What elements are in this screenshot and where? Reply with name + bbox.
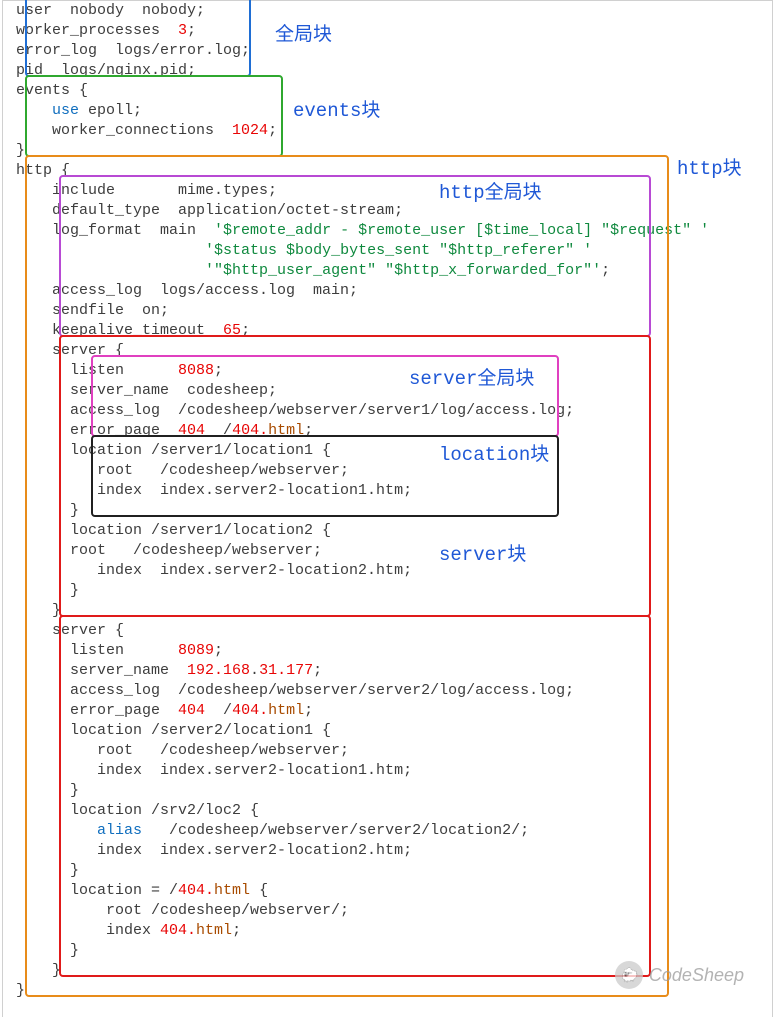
code-line: server_name 192.168.31.177; <box>7 661 772 681</box>
code-line: } <box>7 781 772 801</box>
code-line: } <box>7 861 772 881</box>
code-line: root /codesheep/webserver; <box>7 461 772 481</box>
code-line: root /codesheep/webserver; <box>7 741 772 761</box>
code-line: user nobody nobody; <box>7 1 772 21</box>
code-line: events { <box>7 81 772 101</box>
code-line: } <box>7 581 772 601</box>
code-line: } <box>7 141 772 161</box>
code-line: worker_connections 1024; <box>7 121 772 141</box>
watermark: 🐑 CodeSheep <box>615 961 744 989</box>
code-line: error_page 404 /404.html; <box>7 421 772 441</box>
code-line: server { <box>7 621 772 641</box>
code-line: location /srv2/loc2 { <box>7 801 772 821</box>
code-line: server_name codesheep; <box>7 381 772 401</box>
code-line: access_log logs/access.log main; <box>7 281 772 301</box>
code-line: } <box>7 501 772 521</box>
watermark-text: CodeSheep <box>649 965 744 985</box>
code-line: location = /404.html { <box>7 881 772 901</box>
code-line: location /server2/location1 { <box>7 721 772 741</box>
code-line: listen 8088; <box>7 361 772 381</box>
code-line: access_log /codesheep/webserver/server2/… <box>7 681 772 701</box>
code-line: listen 8089; <box>7 641 772 661</box>
code-line: access_log /codesheep/webserver/server1/… <box>7 401 772 421</box>
code-line: index index.server2-location1.htm; <box>7 481 772 501</box>
code-line: location /server1/location1 { <box>7 441 772 461</box>
code-line: index index.server2-location1.htm; <box>7 761 772 781</box>
code-line: } <box>7 601 772 621</box>
code-line: error_log logs/error.log; <box>7 41 772 61</box>
nginx-config-code: user nobody nobody; worker_processes 3; … <box>3 1 772 1001</box>
code-line: root /codesheep/webserver/; <box>7 901 772 921</box>
code-line: '$status $body_bytes_sent "$http_referer… <box>7 241 772 261</box>
code-line: log_format main '$remote_addr - $remote_… <box>7 221 772 241</box>
code-line: pid logs/nginx.pid; <box>7 61 772 81</box>
code-line: location /server1/location2 { <box>7 521 772 541</box>
code-line: } <box>7 941 772 961</box>
code-line: index 404.html; <box>7 921 772 941</box>
code-line: sendfile on; <box>7 301 772 321</box>
code-line: index index.server2-location2.htm; <box>7 561 772 581</box>
sheep-icon: 🐑 <box>615 961 643 989</box>
code-line: worker_processes 3; <box>7 21 772 41</box>
code-line: use epoll; <box>7 101 772 121</box>
code-line: alias /codesheep/webserver/server2/locat… <box>7 821 772 841</box>
code-line: http { <box>7 161 772 181</box>
code-line: keepalive_timeout 65; <box>7 321 772 341</box>
config-figure: user nobody nobody; worker_processes 3; … <box>2 0 773 1017</box>
code-line: include mime.types; <box>7 181 772 201</box>
code-line: root /codesheep/webserver; <box>7 541 772 561</box>
code-line: server { <box>7 341 772 361</box>
code-line: error_page 404 /404.html; <box>7 701 772 721</box>
code-line: default_type application/octet-stream; <box>7 201 772 221</box>
code-line: index index.server2-location2.htm; <box>7 841 772 861</box>
code-line: '"$http_user_agent" "$http_x_forwarded_f… <box>7 261 772 281</box>
